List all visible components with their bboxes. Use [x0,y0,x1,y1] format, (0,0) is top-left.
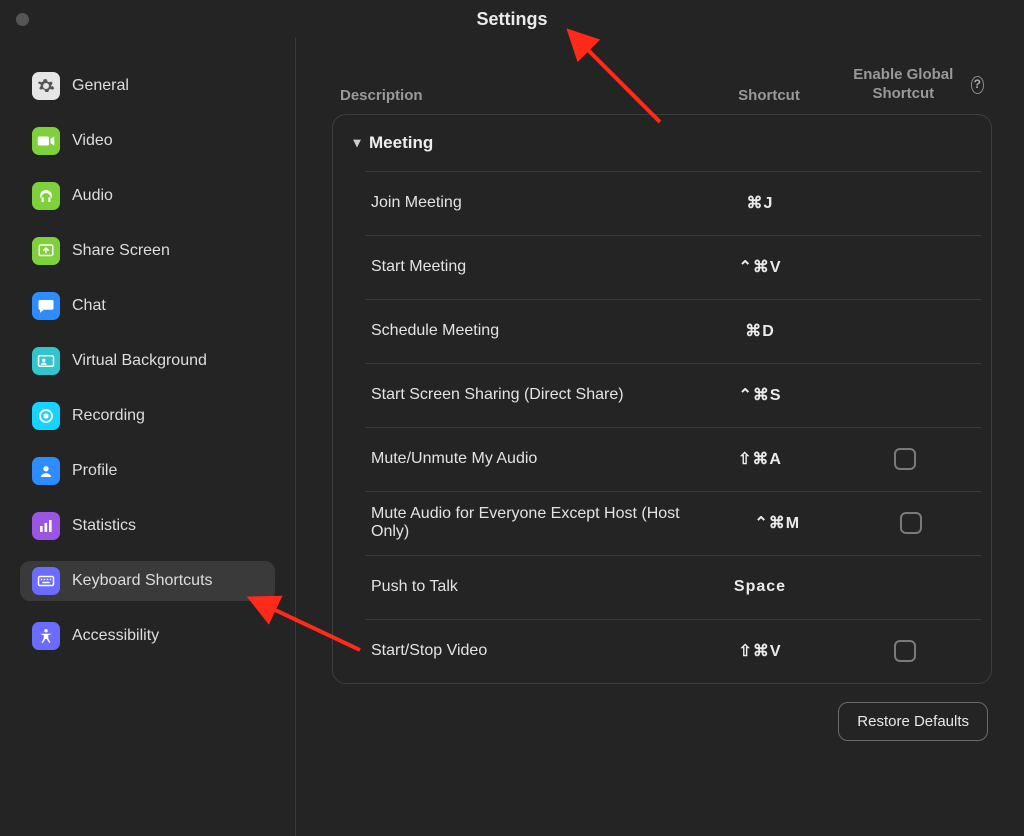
shortcut-global-cell [835,640,975,662]
sidebar-item-label: Profile [72,462,117,480]
shortcut-key[interactable]: ⌃⌘M [708,513,846,533]
shortcut-description: Push to Talk [371,578,685,596]
record-icon [32,402,60,430]
main-content: Description Shortcut Enable Global Short… [296,38,1024,836]
col-global-label: Enable Global Shortcut ? [844,66,984,104]
sidebar-item-label: Chat [72,297,106,315]
shortcut-rows: Join Meeting⌘JStart Meeting⌃⌘VSchedule M… [343,171,981,683]
shortcut-key[interactable]: ⇧⌘A [685,449,835,469]
accessibility-icon [32,622,60,650]
shortcut-global-cell [835,448,975,470]
shortcut-key[interactable]: ⇧⌘V [685,641,835,661]
shortcut-key[interactable]: ⌃⌘S [685,385,835,405]
col-shortcut-label: Shortcut [694,87,844,104]
shortcut-description: Join Meeting [371,194,685,212]
sidebar-item-audio[interactable]: Audio [20,176,275,216]
sidebar-item-label: Keyboard Shortcuts [72,572,213,590]
sidebar-item-accessibility[interactable]: Accessibility [20,616,275,656]
shortcut-key[interactable]: Space [685,578,835,596]
sidebar-item-video[interactable]: Video [20,121,275,161]
sidebar-item-virtual-background[interactable]: Virtual Background [20,341,275,381]
shortcut-row: Mute Audio for Everyone Except Host (Hos… [365,491,981,555]
shortcut-key[interactable]: ⌘J [685,193,835,213]
sidebar-item-keyboard-shortcuts[interactable]: Keyboard Shortcuts [20,561,275,601]
column-headers: Description Shortcut Enable Global Short… [332,66,992,114]
window-title: Settings [0,0,1024,38]
shortcut-description: Mute/Unmute My Audio [371,450,685,468]
global-shortcut-checkbox[interactable] [900,512,922,534]
shortcut-description: Start/Stop Video [371,642,685,660]
shortcut-row: Start/Stop Video⇧⌘V [365,619,981,683]
sidebar-item-general[interactable]: General [20,66,275,106]
person-card-icon [32,347,60,375]
shortcut-description: Start Meeting [371,258,685,276]
shortcut-row: Schedule Meeting⌘D [365,299,981,363]
sidebar-item-label: Share Screen [72,242,170,260]
content-container: General Video Audio Share Screen Chat Virtual… [0,38,1024,836]
chevron-down-icon: ▾ [345,134,369,151]
profile-icon [32,457,60,485]
video-icon [32,127,60,155]
global-shortcut-checkbox[interactable] [894,640,916,662]
sidebar-item-label: General [72,77,129,95]
keyboard-icon [32,567,60,595]
shortcut-description: Mute Audio for Everyone Except Host (Hos… [371,505,708,541]
sidebar-item-label: Audio [72,187,113,205]
help-icon[interactable]: ? [971,76,984,94]
sidebar-item-label: Accessibility [72,627,159,645]
shortcut-row: Mute/Unmute My Audio⇧⌘A [365,427,981,491]
col-global-text: Enable Global Shortcut [844,66,963,104]
traffic-light-close[interactable] [16,13,29,26]
section-title: Meeting [369,133,433,153]
sidebar-item-chat[interactable]: Chat [20,286,275,326]
sidebar-item-recording[interactable]: Recording [20,396,275,436]
footer: Restore Defaults [332,684,992,741]
restore-defaults-button[interactable]: Restore Defaults [838,702,988,741]
sidebar-item-label: Statistics [72,517,136,535]
shortcut-description: Schedule Meeting [371,322,685,340]
shortcut-row: Start Meeting⌃⌘V [365,235,981,299]
shortcut-row: Join Meeting⌘J [365,171,981,235]
sidebar-item-profile[interactable]: Profile [20,451,275,491]
sidebar-item-share-screen[interactable]: Share Screen [20,231,275,271]
shortcut-row: Start Screen Sharing (Direct Share)⌃⌘S [365,363,981,427]
shortcuts-panel: ▾ Meeting Join Meeting⌘JStart Meeting⌃⌘V… [332,114,992,684]
shortcut-global-cell [846,512,975,534]
shortcut-description: Start Screen Sharing (Direct Share) [371,386,685,404]
global-shortcut-checkbox[interactable] [894,448,916,470]
stats-icon [32,512,60,540]
sidebar: General Video Audio Share Screen Chat Virtual… [0,38,296,836]
sidebar-item-label: Recording [72,407,145,425]
share-screen-icon [32,237,60,265]
col-description-label: Description [340,87,694,104]
section-meeting-header[interactable]: ▾ Meeting [343,115,981,171]
gear-icon [32,72,60,100]
sidebar-item-statistics[interactable]: Statistics [20,506,275,546]
titlebar: Settings [0,0,1024,38]
shortcut-row: Push to TalkSpace [365,555,981,619]
shortcut-key[interactable]: ⌃⌘V [685,257,835,277]
sidebar-item-label: Virtual Background [72,352,207,370]
sidebar-item-label: Video [72,132,113,150]
chat-icon [32,292,60,320]
shortcut-key[interactable]: ⌘D [685,321,835,341]
headphones-icon [32,182,60,210]
